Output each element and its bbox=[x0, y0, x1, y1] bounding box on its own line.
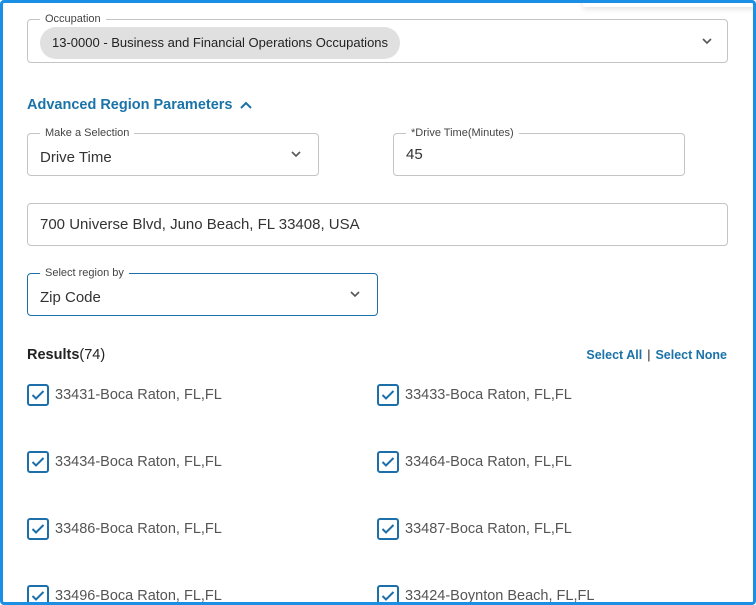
result-item[interactable]: 33487-Boca Raton, FL,FL bbox=[377, 518, 572, 540]
drive-time-value: 45 bbox=[406, 146, 423, 163]
chevron-down-icon[interactable] bbox=[701, 35, 713, 47]
result-item[interactable]: 33464-Boca Raton, FL,FL bbox=[377, 451, 572, 473]
result-label: 33464-Boca Raton, FL,FL bbox=[405, 454, 572, 470]
result-item[interactable]: 33433-Boca Raton, FL,FL bbox=[377, 384, 572, 406]
occupation-legend: Occupation bbox=[40, 12, 106, 26]
results-heading: Results(74) bbox=[27, 347, 105, 363]
result-label: 33486-Boca Raton, FL,FL bbox=[55, 521, 222, 537]
result-label: 33487-Boca Raton, FL,FL bbox=[405, 521, 572, 537]
chevron-down-icon[interactable] bbox=[349, 288, 361, 300]
result-item[interactable]: 33486-Boca Raton, FL,FL bbox=[27, 518, 222, 540]
scroll-shadow bbox=[583, 3, 753, 7]
region-by-dropdown[interactable]: Select region by Zip Code bbox=[27, 266, 378, 316]
address-value: 700 Universe Blvd, Juno Beach, FL 33408,… bbox=[40, 216, 360, 233]
select-all-link[interactable]: Select All bbox=[586, 348, 642, 362]
chevron-down-icon[interactable] bbox=[290, 148, 302, 160]
checkbox-checked-icon[interactable] bbox=[27, 585, 49, 602]
result-item[interactable]: 33431-Boca Raton, FL,FL bbox=[27, 384, 222, 406]
drive-time-legend: *Drive Time(Minutes) bbox=[406, 126, 519, 140]
results-title: Results bbox=[27, 347, 80, 363]
selection-dropdown[interactable]: Make a Selection Drive Time bbox=[27, 126, 319, 176]
occupation-select[interactable]: Occupation 13-0000 - Business and Financ… bbox=[27, 12, 728, 63]
result-label: 33431-Boca Raton, FL,FL bbox=[55, 387, 222, 403]
checkbox-checked-icon[interactable] bbox=[377, 585, 399, 602]
link-separator: | bbox=[647, 348, 651, 362]
result-item[interactable]: 33496-Boca Raton, FL,FL bbox=[27, 585, 222, 604]
checkbox-checked-icon[interactable] bbox=[27, 518, 49, 540]
select-none-link[interactable]: Select None bbox=[655, 348, 727, 362]
checkbox-checked-icon[interactable] bbox=[27, 384, 49, 406]
results-count: (74) bbox=[79, 347, 106, 363]
chevron-up-icon bbox=[239, 101, 252, 109]
select-links: Select All | Select None bbox=[586, 348, 727, 362]
region-by-legend: Select region by bbox=[40, 266, 129, 280]
checkbox-checked-icon[interactable] bbox=[377, 518, 399, 540]
result-item[interactable]: 33424-Boynton Beach, FL,FL bbox=[377, 585, 595, 604]
address-field[interactable]: 700 Universe Blvd, Juno Beach, FL 33408,… bbox=[27, 203, 728, 246]
result-label: 33496-Boca Raton, FL,FL bbox=[55, 588, 222, 604]
selection-legend: Make a Selection bbox=[40, 126, 135, 140]
region-by-value: Zip Code bbox=[40, 289, 101, 306]
drive-time-field[interactable]: *Drive Time(Minutes) 45 bbox=[393, 126, 685, 176]
selection-value: Drive Time bbox=[40, 149, 112, 166]
advanced-region-toggle[interactable]: Advanced Region Parameters bbox=[27, 97, 253, 113]
result-item[interactable]: 33434-Boca Raton, FL,FL bbox=[27, 451, 222, 473]
result-label: 33433-Boca Raton, FL,FL bbox=[405, 387, 572, 403]
result-label: 33424-Boynton Beach, FL,FL bbox=[405, 588, 595, 604]
checkbox-checked-icon[interactable] bbox=[377, 384, 399, 406]
form-panel: Occupation 13-0000 - Business and Financ… bbox=[0, 0, 756, 605]
checkbox-checked-icon[interactable] bbox=[377, 451, 399, 473]
checkbox-checked-icon[interactable] bbox=[27, 451, 49, 473]
advanced-region-label: Advanced Region Parameters bbox=[27, 97, 233, 113]
result-label: 33434-Boca Raton, FL,FL bbox=[55, 454, 222, 470]
occupation-chip[interactable]: 13-0000 - Business and Financial Operati… bbox=[40, 27, 401, 59]
